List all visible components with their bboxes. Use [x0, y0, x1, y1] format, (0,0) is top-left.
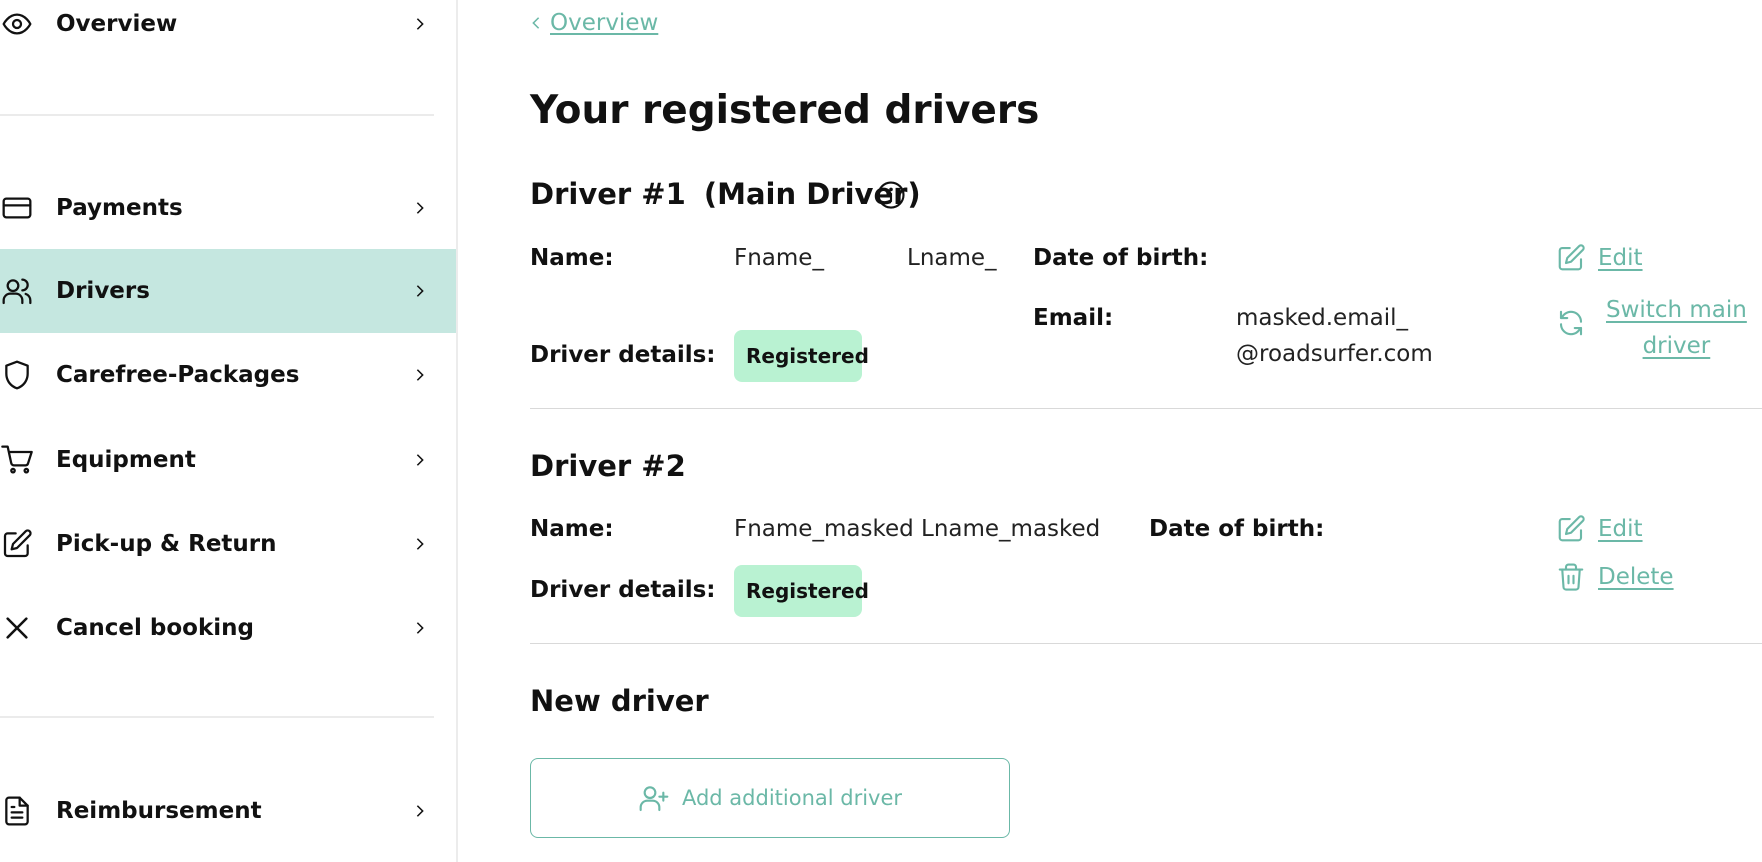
- edit-icon: [1558, 515, 1585, 542]
- driver1-email-label: Email:: [1033, 305, 1114, 331]
- sidebar-item-label: Payments: [56, 195, 183, 221]
- sidebar-item-label: Cancel booking: [56, 615, 254, 641]
- sidebar-item-label: Drivers: [56, 278, 150, 304]
- chevron-right-icon: [410, 534, 430, 554]
- chevron-right-icon: [410, 14, 430, 34]
- section-divider: [530, 643, 1762, 644]
- driver2-dob-label: Date of birth:: [1149, 516, 1325, 542]
- sidebar-item-equipment[interactable]: Equipment: [0, 418, 456, 502]
- back-link-label: Overview: [550, 10, 659, 36]
- driver1-name-label: Name:: [530, 245, 614, 271]
- chevron-left-icon: [530, 10, 542, 36]
- switch-main-driver-button[interactable]: Switch main driver: [1556, 292, 1747, 364]
- driver2-name-label: Name:: [530, 516, 614, 542]
- driver2-edit-button[interactable]: Edit: [1556, 514, 1643, 544]
- status-badge: Registered: [734, 565, 869, 617]
- driver2-title: Driver #2: [530, 449, 686, 483]
- shield-icon: [0, 358, 34, 392]
- sidebar: Overview Payments Drivers Carefree-Packa…: [0, 0, 458, 862]
- sidebar-item-label: Carefree-Packages: [56, 362, 300, 388]
- switch-label-line1: Switch main: [1606, 297, 1747, 323]
- driver1-edit-button[interactable]: Edit: [1556, 243, 1643, 273]
- driver1-email-line1: masked.email_: [1236, 305, 1408, 331]
- sidebar-item-cancel-booking[interactable]: Cancel booking: [0, 586, 456, 670]
- driver1-title: Driver #1 (Main Driver): [530, 177, 921, 211]
- chevron-right-icon: [410, 450, 430, 470]
- edit-icon: [0, 527, 34, 561]
- eye-icon: [0, 7, 34, 41]
- main-content: Overview Your registered drivers Driver …: [530, 0, 1762, 862]
- sidebar-item-payments[interactable]: Payments: [0, 166, 456, 250]
- driver1-details-label: Driver details:: [530, 342, 716, 368]
- sidebar-item-pickup-return[interactable]: Pick-up & Return: [0, 502, 456, 586]
- driver1-first-name: Fname_: [734, 245, 824, 271]
- chevron-right-icon: [410, 198, 430, 218]
- driver1-dob-label: Date of birth:: [1033, 245, 1209, 271]
- sidebar-divider: [0, 114, 434, 116]
- driver2-delete-label: Delete: [1598, 564, 1674, 590]
- sidebar-item-overview[interactable]: Overview: [0, 0, 456, 66]
- driver2-edit-label: Edit: [1598, 516, 1643, 542]
- sidebar-item-label: Overview: [56, 11, 178, 37]
- chevron-right-icon: [410, 618, 430, 638]
- chevron-right-icon: [410, 365, 430, 385]
- info-icon[interactable]: [876, 180, 906, 214]
- switch-label-line2: driver: [1642, 333, 1711, 359]
- sidebar-divider: [0, 716, 434, 718]
- close-icon: [0, 611, 34, 645]
- document-icon: [0, 794, 34, 828]
- driver2-details-label: Driver details:: [530, 577, 716, 603]
- driver1-edit-label: Edit: [1598, 245, 1643, 271]
- driver1-email-line2: @roadsurfer.com: [1236, 341, 1433, 367]
- back-link[interactable]: Overview: [530, 10, 658, 36]
- driver2-delete-button[interactable]: Delete: [1556, 562, 1674, 592]
- sidebar-item-label: Reimbursement: [56, 798, 262, 824]
- status-badge: Registered: [734, 330, 869, 382]
- users-icon: [0, 274, 34, 308]
- trash-icon: [1558, 563, 1584, 591]
- page-title: Your registered drivers: [530, 88, 1040, 133]
- chevron-right-icon: [410, 801, 430, 821]
- driver1-number: Driver #1: [530, 177, 686, 211]
- sidebar-item-reimbursement[interactable]: Reimbursement: [0, 769, 456, 853]
- credit-card-icon: [0, 191, 34, 225]
- refresh-icon: [1559, 310, 1583, 336]
- sidebar-item-carefree-packages[interactable]: Carefree-Packages: [0, 333, 456, 417]
- user-plus-icon: [639, 786, 669, 812]
- sidebar-item-drivers[interactable]: Drivers: [0, 249, 456, 333]
- edit-icon: [1558, 244, 1585, 271]
- driver1-last-name: Lname_: [907, 245, 997, 271]
- add-driver-label: Add additional driver: [681, 786, 903, 810]
- add-driver-button[interactable]: Add additional driver: [530, 758, 1010, 838]
- sidebar-item-label: Pick-up & Return: [56, 531, 277, 557]
- sidebar-item-label: Equipment: [56, 447, 196, 473]
- driver2-full-name: Fname_masked Lname_masked: [734, 516, 1101, 542]
- chevron-right-icon: [410, 281, 430, 301]
- section-divider: [530, 408, 1762, 409]
- new-driver-title: New driver: [530, 684, 709, 718]
- cart-icon: [0, 443, 34, 477]
